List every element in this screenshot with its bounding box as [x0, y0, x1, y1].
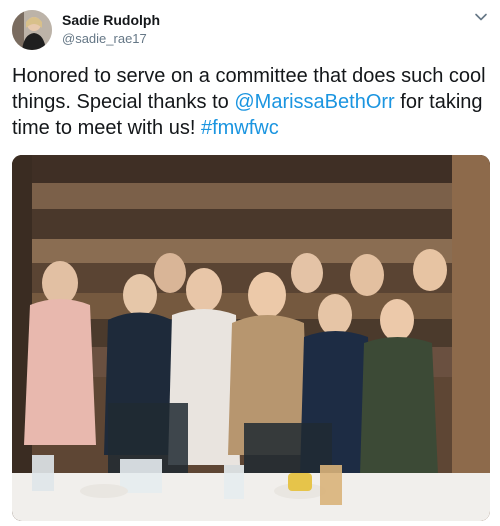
tweet-card: Sadie Rudolph @sadie_rae17 Honored to se… — [0, 0, 500, 526]
avatar[interactable] — [12, 10, 52, 50]
tweet-text: Honored to serve on a committee that doe… — [12, 63, 490, 141]
user-handle[interactable]: @sadie_rae17 — [62, 31, 147, 46]
hashtag-link[interactable]: #fmwfwc — [201, 117, 279, 139]
tweet-photo[interactable] — [12, 155, 490, 521]
chevron-down-icon[interactable] — [474, 10, 488, 24]
display-name[interactable]: Sadie Rudolph — [62, 12, 160, 28]
mention-link[interactable]: @MarissaBethOrr — [234, 91, 394, 113]
